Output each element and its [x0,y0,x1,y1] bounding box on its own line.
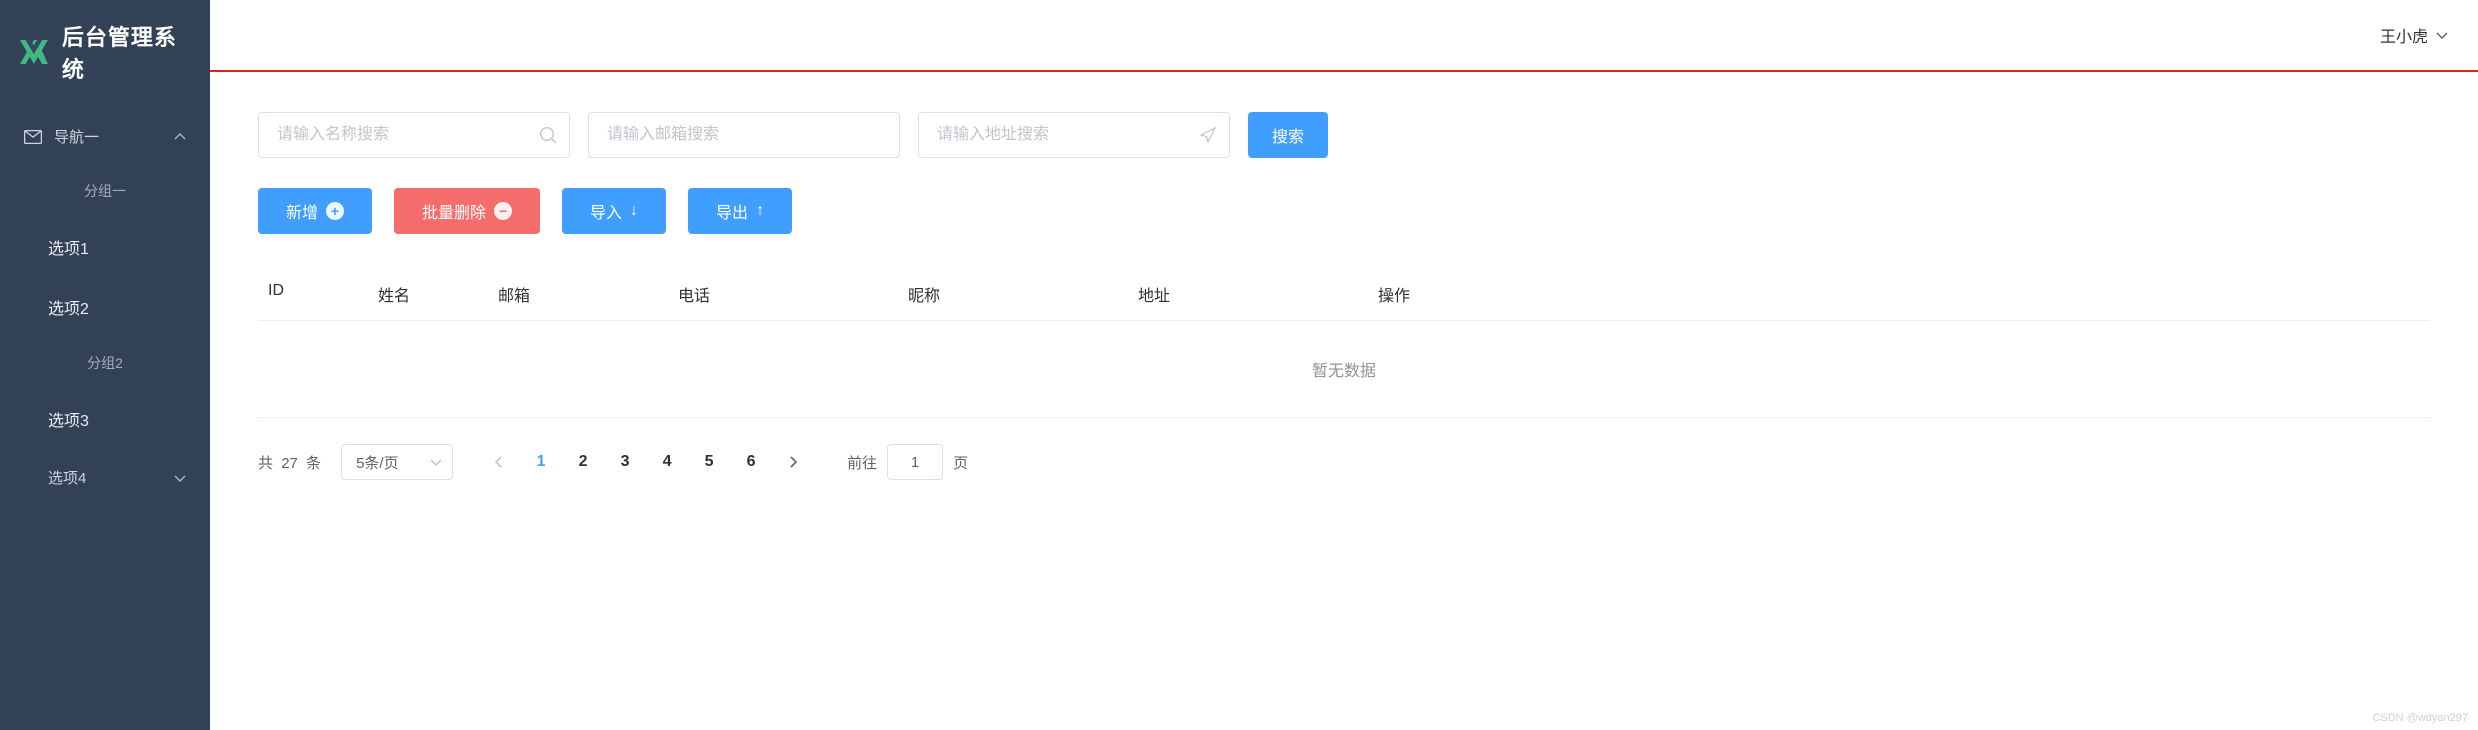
search-button[interactable]: 搜索 [1248,112,1328,158]
menu-item-option4[interactable]: 选项4 [0,449,210,506]
col-phone: 电话 [668,282,898,306]
name-search-input-wrapper [258,112,570,158]
content: 搜索 新增 + 批量删除 − 导入 ↓ 导出 ↑ [210,72,2478,506]
app-logo: 后台管理系统 [0,0,210,108]
col-nick: 昵称 [898,282,1128,306]
mail-icon [24,130,42,144]
email-search-input[interactable] [589,113,899,157]
location-icon[interactable] [1199,126,1217,144]
user-name: 王小虎 [2380,23,2428,47]
batch-delete-button[interactable]: 批量删除 − [394,188,540,234]
sidebar: 后台管理系统 导航一 分组一 选项1 选项2 分组2 选项3 选项4 [0,0,210,730]
chevron-left-icon [495,456,503,468]
name-search-input[interactable] [259,113,569,157]
menu-group-nav1[interactable]: 导航一 [0,108,210,165]
menu-subgroup-1: 分组一 [0,165,210,217]
add-button-label: 新增 [286,199,318,223]
import-label: 导入 [590,199,622,223]
col-name: 姓名 [368,282,488,306]
minus-icon: − [494,202,512,220]
batch-delete-label: 批量删除 [422,199,486,223]
address-search-input-wrapper [918,112,1230,158]
arrow-down-icon: ↓ [630,202,638,220]
page-6[interactable]: 6 [733,444,769,480]
col-op: 操作 [1368,282,1488,306]
col-addr: 地址 [1128,282,1368,306]
chevron-right-icon [789,456,797,468]
pagination-total: 共 27 条 [258,452,321,473]
user-dropdown[interactable]: 王小虎 [2380,23,2448,47]
menu-item-option3[interactable]: 选项3 [0,389,210,449]
import-button[interactable]: 导入 ↓ [562,188,666,234]
action-row: 新增 + 批量删除 − 导入 ↓ 导出 ↑ [258,188,2430,234]
export-button[interactable]: 导出 ↑ [688,188,792,234]
page-1[interactable]: 1 [523,444,559,480]
page-3[interactable]: 3 [607,444,643,480]
page-size-label: 5条/页 [356,452,399,473]
col-email: 邮箱 [488,282,668,306]
plus-icon: + [326,202,344,220]
topbar: 王小虎 [210,0,2478,72]
add-button[interactable]: 新增 + [258,188,372,234]
chevron-down-icon [430,458,442,466]
chevron-up-icon [174,128,186,145]
pagination-next[interactable] [775,444,811,480]
pagination-prev[interactable] [481,444,517,480]
table-empty: 暂无数据 [258,321,2430,418]
chevron-down-icon [174,469,186,486]
search-icon[interactable] [539,126,557,144]
table-header: ID 姓名 邮箱 电话 昵称 地址 操作 [258,268,2430,321]
search-button-label: 搜索 [1272,123,1304,147]
menu-subgroup-2: 分组2 [0,337,210,389]
jump-suffix: 页 [953,452,968,473]
jump-prefix: 前往 [847,452,877,473]
menu-item-label: 选项4 [48,467,174,488]
app-title: 后台管理系统 [62,20,190,84]
menu-item-option1[interactable]: 选项1 [0,217,210,277]
col-id: ID [258,282,368,306]
pagination: 共 27 条 5条/页 1 2 3 4 5 6 [258,418,2430,506]
jump-input[interactable] [887,444,943,480]
page-size-select[interactable]: 5条/页 [341,444,453,480]
chevron-down-icon [2436,26,2448,44]
export-label: 导出 [716,199,748,223]
page-5[interactable]: 5 [691,444,727,480]
vue-logo-icon [20,39,48,65]
page-4[interactable]: 4 [649,444,685,480]
search-row: 搜索 [258,112,2430,158]
data-table: ID 姓名 邮箱 电话 昵称 地址 操作 暂无数据 [258,268,2430,418]
watermark: CSDN @wdyan297 [2372,712,2468,724]
sidebar-menu: 导航一 分组一 选项1 选项2 分组2 选项3 选项4 [0,108,210,730]
email-search-input-wrapper [588,112,900,158]
menu-item-option2[interactable]: 选项2 [0,277,210,337]
page-2[interactable]: 2 [565,444,601,480]
arrow-up-icon: ↑ [756,202,764,220]
menu-group-label: 导航一 [54,126,174,147]
address-search-input[interactable] [919,113,1229,157]
main: 王小虎 [210,0,2478,730]
pagination-jump: 前往 页 [847,444,968,480]
